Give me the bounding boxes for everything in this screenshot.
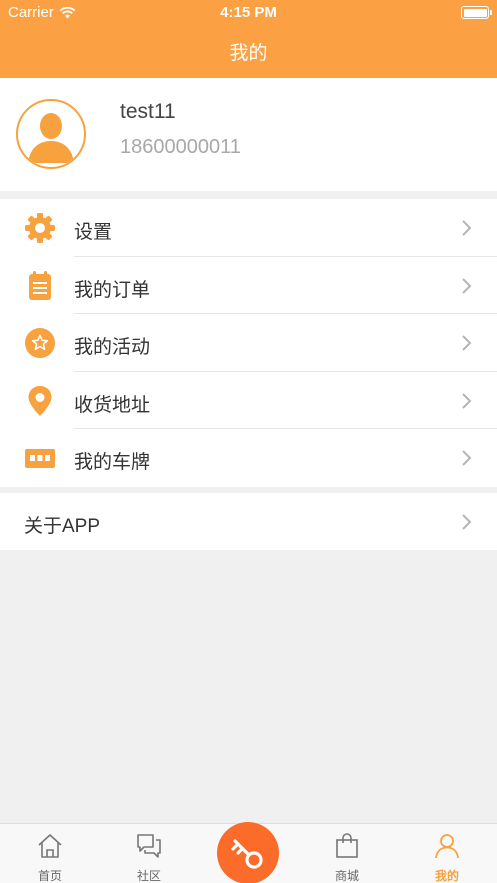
home-icon — [38, 834, 62, 858]
person-avatar-icon — [28, 113, 74, 163]
menu-item-label: 我的车牌 — [74, 452, 151, 473]
menu-item-plates[interactable]: 我的车牌 — [0, 429, 497, 487]
menu-item-label: 我的活动 — [74, 337, 151, 358]
chevron-right-icon — [462, 220, 472, 236]
tab-label: 社区 — [136, 869, 161, 883]
battery-icon — [461, 6, 492, 19]
profile-card[interactable]: test11 18600000011 — [0, 78, 497, 191]
tab-mall[interactable]: 商城 — [297, 824, 397, 883]
menu-item-label: 收货地址 — [74, 394, 151, 416]
star-badge-icon — [25, 328, 55, 358]
location-pin-icon — [28, 385, 52, 416]
shopping-bag-icon — [336, 833, 358, 858]
chevron-right-icon — [462, 450, 472, 466]
tab-mine[interactable]: 我的 — [397, 824, 497, 883]
header: Carrier 4:15 PM 我的 — [0, 0, 497, 78]
license-plate-icon — [25, 449, 55, 468]
status-bar: Carrier 4:15 PM — [0, 0, 497, 26]
username: test11 — [120, 100, 176, 123]
menu-list: 设置 我的订单 我的活动 收货地址 我的车牌 — [0, 199, 497, 487]
chat-icon — [137, 834, 161, 858]
chevron-right-icon — [462, 392, 472, 409]
menu-item-orders[interactable]: 我的订单 — [0, 257, 497, 314]
key-icon — [231, 839, 263, 869]
chevron-right-icon — [462, 514, 472, 530]
tab-label: 我的 — [434, 869, 459, 883]
menu-item-label: 我的订单 — [74, 279, 151, 301]
chevron-right-icon — [462, 335, 472, 351]
tab-label: 商城 — [334, 869, 359, 883]
about-label: 关于APP — [24, 516, 101, 537]
tab-community[interactable]: 社区 — [99, 824, 199, 883]
menu-item-activities[interactable]: 我的活动 — [0, 314, 497, 372]
page-title: 我的 — [229, 43, 268, 64]
menu-item-settings[interactable]: 设置 — [0, 199, 497, 257]
gear-icon — [25, 213, 55, 243]
status-time: 4:15 PM — [220, 4, 277, 21]
battery-fill — [463, 8, 487, 17]
chevron-right-icon — [462, 277, 472, 294]
person-icon — [435, 834, 459, 859]
menu-item-label: 设置 — [74, 222, 113, 243]
tab-home[interactable]: 首页 — [0, 824, 100, 883]
tab-label: 首页 — [37, 869, 62, 883]
phone-number: 18600000011 — [120, 136, 241, 158]
clipboard-icon — [29, 270, 51, 300]
unlock-key-button[interactable] — [217, 822, 279, 883]
avatar[interactable] — [16, 99, 86, 169]
menu-item-about[interactable]: 关于APP — [0, 493, 497, 550]
menu-item-addresses[interactable]: 收货地址 — [0, 372, 497, 429]
